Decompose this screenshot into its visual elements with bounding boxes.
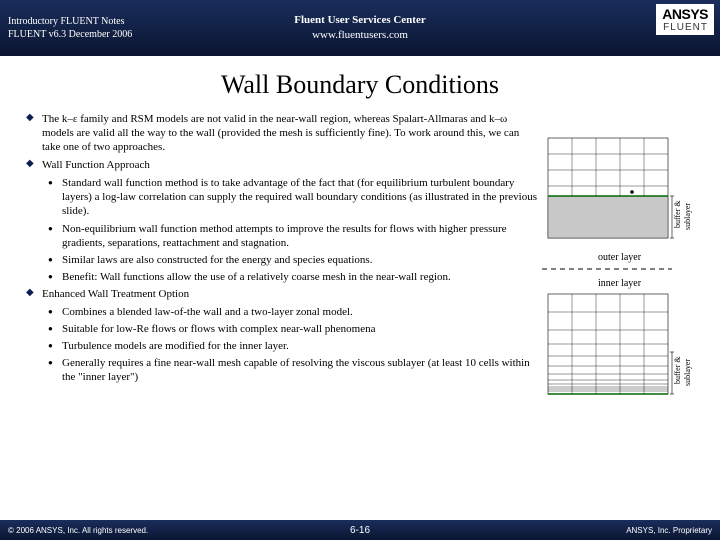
- bullet-item: ◆The k–ε family and RSM models are not v…: [26, 112, 542, 154]
- figure-outer: buffer & sublayer: [542, 134, 710, 244]
- bullet-text: Enhanced Wall Treatment Option: [42, 287, 542, 301]
- sub-bullet-item: ●Standard wall function method is to tak…: [48, 176, 542, 218]
- figure-inner: buffer & sublayer: [542, 290, 710, 400]
- bullet-text: Generally requires a fine near-wall mesh…: [62, 356, 542, 384]
- sub-bullet-item: ●Non-equilibrium wall function method at…: [48, 222, 542, 250]
- service-url: www.fluentusers.com: [294, 28, 425, 43]
- bullet-text: Similar laws are also constructed for th…: [62, 253, 542, 267]
- figure-label-outer: outer layer: [598, 252, 710, 263]
- sub-bullet-item: ●Suitable for low-Re flows or flows with…: [48, 322, 542, 336]
- fig-side-label: sublayer: [683, 203, 692, 230]
- header-left: Introductory FLUENT Notes FLUENT v6.3 De…: [8, 15, 132, 41]
- course-version: FLUENT v6.3 December 2006: [8, 28, 132, 41]
- copyright: © 2006 ANSYS, Inc. All rights reserved.: [8, 526, 148, 535]
- footer-bar: © 2006 ANSYS, Inc. All rights reserved. …: [0, 520, 720, 540]
- bullet-mark: ◆: [26, 287, 42, 301]
- bullet-text: Suitable for low-Re flows or flows with …: [62, 322, 542, 336]
- page-number: 6-16: [350, 525, 370, 536]
- logo-brand: ANSYS: [662, 6, 708, 22]
- text-column: ◆The k–ε family and RSM models are not v…: [26, 112, 542, 408]
- bullet-mark: ●: [48, 270, 62, 284]
- bullet-mark: ●: [48, 253, 62, 267]
- fig-side-label: buffer &: [673, 356, 682, 384]
- bullet-item: ◆Wall Function Approach: [26, 158, 542, 172]
- bullet-text: Standard wall function method is to take…: [62, 176, 542, 218]
- bullet-mark: ●: [48, 305, 62, 319]
- bullet-mark: ●: [48, 222, 62, 250]
- mesh-inner-icon: buffer & sublayer: [542, 290, 702, 400]
- sub-bullet-item: ●Generally requires a fine near-wall mes…: [48, 356, 542, 384]
- header-center: Fluent User Services Center www.fluentus…: [294, 13, 425, 44]
- bullet-text: Wall Function Approach: [42, 158, 542, 172]
- bullet-mark: ◆: [26, 158, 42, 172]
- bullet-mark: ◆: [26, 112, 42, 154]
- bullet-mark: ●: [48, 339, 62, 353]
- header-bar: Introductory FLUENT Notes FLUENT v6.3 De…: [0, 0, 720, 56]
- sub-bullet-item: ●Combines a blended law-of-the wall and …: [48, 305, 542, 319]
- bullet-text: Combines a blended law-of-the wall and a…: [62, 305, 542, 319]
- service-center: Fluent User Services Center: [294, 13, 425, 28]
- fig-side-label: buffer &: [673, 200, 682, 228]
- slide-title: Wall Boundary Conditions: [0, 70, 720, 100]
- logo-product: FLUENT: [662, 22, 708, 33]
- logo: ANSYS FLUENT: [656, 4, 714, 35]
- fig-side-label: sublayer: [683, 359, 692, 386]
- sub-bullet-item: ●Similar laws are also constructed for t…: [48, 253, 542, 267]
- bullet-mark: ●: [48, 176, 62, 218]
- bullet-mark: ●: [48, 322, 62, 336]
- content-area: ◆The k–ε family and RSM models are not v…: [0, 112, 720, 408]
- bullet-item: ◆Enhanced Wall Treatment Option: [26, 287, 542, 301]
- bullet-text: Non-equilibrium wall function method att…: [62, 222, 542, 250]
- sub-bullet-item: ●Benefit: Wall functions allow the use o…: [48, 270, 542, 284]
- figure-column: buffer & sublayer outer layer inner laye…: [542, 112, 710, 408]
- divider-icon: [542, 264, 702, 274]
- sub-bullet-item: ●Turbulence models are modified for the …: [48, 339, 542, 353]
- bullet-text: The k–ε family and RSM models are not va…: [42, 112, 542, 154]
- figure-label-inner: inner layer: [598, 278, 710, 289]
- bullet-text: Turbulence models are modified for the i…: [62, 339, 542, 353]
- bullet-text: Benefit: Wall functions allow the use of…: [62, 270, 542, 284]
- proprietary-notice: ANSYS, Inc. Proprietary: [626, 526, 712, 535]
- course-title: Introductory FLUENT Notes: [8, 15, 132, 28]
- bullet-mark: ●: [48, 356, 62, 384]
- mesh-outer-icon: buffer & sublayer: [542, 134, 702, 244]
